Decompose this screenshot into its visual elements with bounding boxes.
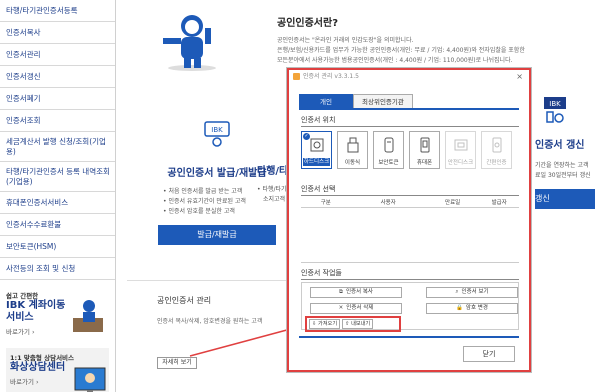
location-removable[interactable]: 이동식 [337,131,368,169]
column-header: 발급자 [491,200,507,206]
renew-card-title: 인증서 갱신 [535,140,585,151]
svg-text:IBK: IBK [549,100,561,108]
tab-underline [299,108,519,110]
ops-label: 인증서 작업들 [301,269,342,277]
ad2-subtitle: 1:1 맞춤형 상담서비스 [10,354,75,362]
intro-title: 공인인증서란? [277,18,339,29]
usb-icon [347,137,358,153]
delete-icon: ✕ [338,305,344,311]
column-header: 구분 [320,200,331,206]
divider [301,126,519,127]
svg-text:IBK: IBK [211,126,223,134]
location-safe-disk: 안전디스크 [445,131,476,169]
cert-table-header: 구분 사용자 만료일 발급자 [301,198,519,208]
change-password-button[interactable]: 🔒 암호 변경 [426,303,518,314]
column-header: 사용자 [380,200,396,206]
search-icon: ⌕ [455,289,459,295]
sidebar-item-pre-consent[interactable]: 사전등의 조회 및 신청 [0,258,115,280]
ibk-renew-icon: IBK [544,97,566,123]
account-transfer-ad[interactable]: 쉽고 간편한 IBK 계좌이동 서비스 바로가기 › [6,290,109,340]
sidebar-item-lookup[interactable]: 인증서조회 [0,110,115,132]
bullet: 기간을 연장하는 고객 [535,162,589,169]
location-simple-auth: 간편인증 [481,131,512,169]
divider [301,195,519,196]
location-label-text: 하드디스크 [303,158,330,166]
delete-cert-button[interactable]: ✕ 인증서 삭제 [310,303,402,314]
sidebar-item-copy[interactable]: 인증서복사 [0,22,115,44]
copy-cert-button[interactable]: ⧉ 인증서 복사 [310,287,402,298]
tab-root-ca[interactable]: 최상위인증기관 [353,94,413,108]
cert-table-body[interactable] [301,208,519,263]
app-logo-icon [293,73,300,80]
intro-text: 공인인증서는 "온라인 거래의 인감도장"을 의미합니다. 은행/보험/신용카드… [277,36,597,66]
location-phone[interactable]: 휴대폰 [409,131,440,169]
hard-disk-icon [310,138,323,152]
issue-button[interactable]: 발급/재발급 [158,225,276,245]
sidebar-item-register[interactable]: 타행/타기관인증서등록 [0,0,115,22]
renew-card: IBK 인증서 갱신 기간을 연장하는 고객 료일 30일전부터 갱신 갱신 [535,96,600,209]
details-button[interactable]: 자세히 보기 [157,357,197,369]
sidebar: 타행/타기관인증서등록 인증서복사 인증서관리 인증서갱신 인증서폐기 인증서조… [0,0,116,392]
sidebar-item-tax-invoice[interactable]: 세금계산서 발행 신청/조회(기업용) [0,132,115,162]
dialog-bottom-rule [299,336,519,338]
phone-icon [420,137,429,153]
location-label: 인증서 위치 [301,116,336,124]
location-label-text: 안전디스크 [447,160,474,166]
monitor-icon [74,367,106,392]
safe-disk-icon [454,139,467,151]
lock-icon: 🔒 [456,305,463,311]
sidebar-item-manage[interactable]: 인증서관리 [0,44,115,66]
dialog-tabs: 개인 최상위인증기관 [299,94,413,108]
bullet: • 인증서 암호를 분실한 고객 [163,208,235,215]
token-icon [384,137,393,153]
location-token[interactable]: 보안토큰 [373,131,404,169]
intro-line2: 은행/보험/신용카드를 업무가 가능한 공인인증서(개인: 무료 / 기업: 4… [277,47,525,54]
column-header: 만료일 [445,200,461,206]
bullet: 료일 30일전부터 갱신 [535,172,591,179]
intro-line3: 모든분야에서 사용가능한 범용공인인증서(개인 : 4,400원 / 기업: 1… [277,57,513,64]
view-cert-button[interactable]: ⌕ 인증서 보기 [426,287,518,298]
import-export-highlight: ⇩ 가져오기 ⇧ 내보내기 [305,316,401,332]
intro-line1: 공인인증서는 "온라인 거래의 인감도장"을 의미합니다. [277,37,414,44]
divider [301,279,519,280]
location-options: ✓ 하드디스크 이동식 보안토큰 휴대폰 안전디스크 간편인증 [301,131,512,169]
close-icon[interactable]: × [516,70,523,84]
sidebar-item-refund[interactable]: 인증서수수료환불 [0,214,115,236]
sidebar-item-revoke[interactable]: 인증서폐기 [0,88,115,110]
import-button[interactable]: ⇩ 가져오기 [309,319,341,329]
sidebar-item-register-history[interactable]: 타행/타기관인증서 등록 내역조회(기업용) [0,162,115,192]
person-laptop-icon [73,300,103,332]
location-label-text: 보안토큰 [378,160,399,166]
location-label-text: 간편인증 [486,160,507,166]
sidebar-item-hsm[interactable]: 보안토큰(HSM) [0,236,115,258]
renew-card-bullets: 기간을 연장하는 고객 료일 30일전부터 갱신 [535,161,600,181]
select-label: 인증서 선택 [301,185,336,193]
cert-management-section: 공인인증서 관리 인증서 복사/삭제, 암호변경을 원하는 고객 자세히 보기 [127,280,287,392]
location-label-text: 휴대폰 [416,160,433,166]
check-icon: ✓ [303,133,310,140]
tab-personal[interactable]: 개인 [299,94,353,108]
renew-button[interactable]: 갱신 [535,189,595,209]
copy-icon: ⧉ [339,289,343,295]
sidebar-item-renew[interactable]: 인증서갱신 [0,66,115,88]
mgmt-desc: 인증서 복사/삭제, 암호변경을 원하는 고객 [157,318,263,325]
simple-auth-icon [492,137,501,153]
location-label-text: 이동식 [344,160,361,166]
dialog-title: 인증서 관리 v3.3.1.5 [303,73,359,80]
mascot-icon [163,15,216,71]
sidebar-item-phone-cert[interactable]: 휴대폰인증서서비스 [0,192,115,214]
mgmt-title: 공인인증서 관리 [157,296,212,305]
video-consult-ad[interactable]: 1:1 맞춤형 상담서비스 화상상담센터 바로가기 › [6,348,109,392]
cert-manager-dialog: 인증서 관리 v3.3.1.5 × 개인 최상위인증기관 인증서 위치 ✓ 하드… [287,68,531,372]
ibk-cert-icon: IBK [204,121,230,147]
export-button[interactable]: ⇧ 내보내기 [342,319,374,329]
location-hard-disk[interactable]: ✓ 하드디스크 [301,131,332,169]
dialog-titlebar: 인증서 관리 v3.3.1.5 × [289,70,529,84]
close-button[interactable]: 닫기 [463,346,515,362]
